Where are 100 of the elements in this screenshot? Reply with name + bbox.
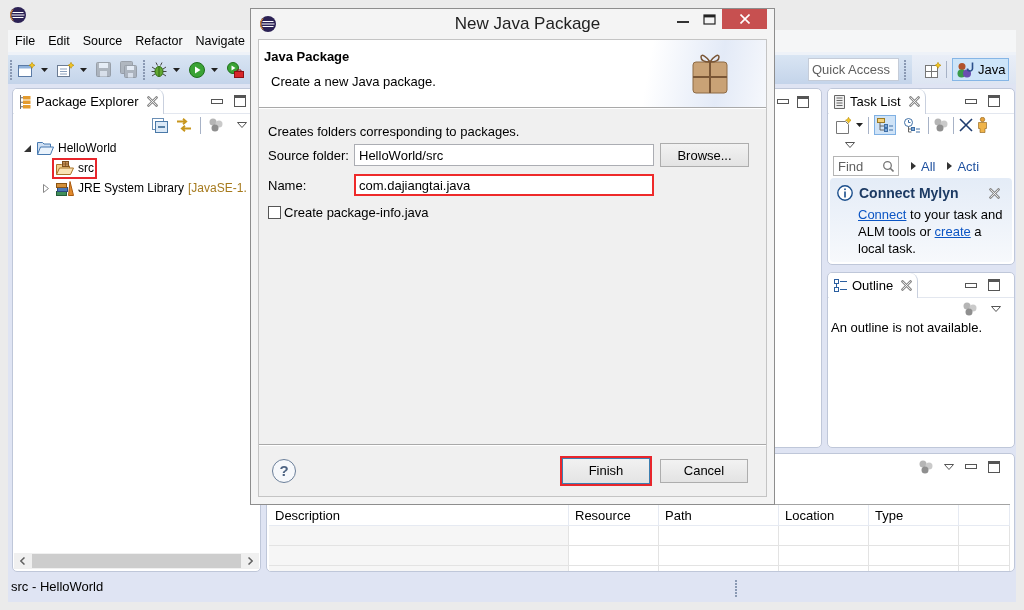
view-menu-icon[interactable] — [845, 141, 855, 148]
perspective-button[interactable]: Java — [952, 58, 1009, 81]
menu-item[interactable]: Navigate — [193, 32, 247, 50]
page-description: Creates folders corresponding to packages. — [268, 124, 521, 139]
checkbox[interactable] — [268, 206, 281, 219]
filter-link[interactable]: All — [911, 158, 936, 174]
page-subtitle: Create a new Java package. — [271, 74, 436, 90]
browse-button[interactable]: Browse... — [660, 143, 749, 167]
view-menu-icon[interactable] — [944, 463, 954, 470]
filter-link[interactable]: Acti — [947, 158, 980, 174]
new-class-icon[interactable] — [57, 62, 74, 77]
collapsed-arrow-icon[interactable] — [43, 183, 49, 193]
maximize-icon[interactable] — [234, 95, 246, 107]
books-icon — [56, 180, 74, 196]
maximize-icon[interactable] — [988, 279, 1000, 291]
minimize-icon[interactable] — [965, 282, 977, 288]
caret-icon[interactable] — [211, 67, 218, 72]
triangle-icon — [947, 162, 953, 170]
field-label: Name: — [268, 177, 308, 193]
caret-icon[interactable] — [41, 67, 48, 72]
collapse-all-icon[interactable] — [152, 117, 168, 133]
caret-icon[interactable] — [173, 67, 180, 72]
package-folder-icon — [56, 161, 74, 175]
package-icon — [690, 52, 730, 94]
focus-icon[interactable] — [963, 302, 977, 316]
status-text: src - HelloWorld — [11, 578, 104, 594]
menu-item[interactable]: Refactor — [133, 32, 185, 50]
cross-icon[interactable] — [959, 118, 973, 132]
menu-item[interactable]: Source — [80, 32, 125, 50]
presentation-button[interactable] — [901, 115, 923, 135]
view-tab[interactable]: Outline — [829, 273, 919, 298]
tree-item[interactable]: HelloWorld — [33, 137, 120, 159]
view-tab[interactable]: Task List — [829, 89, 926, 114]
caret-icon[interactable] — [80, 67, 87, 72]
close-icon — [739, 14, 750, 24]
eclipse-logo-icon — [10, 7, 26, 23]
close-button[interactable] — [722, 9, 767, 29]
package-explorer-icon — [19, 94, 31, 109]
find-field[interactable]: Find — [833, 156, 899, 176]
close-icon[interactable] — [908, 96, 920, 107]
panel-title: Connect Mylyn — [859, 185, 959, 201]
minimize-icon[interactable] — [777, 99, 789, 104]
view-menu-icon[interactable] — [991, 306, 1001, 312]
text-link[interactable]: create — [934, 224, 971, 239]
text-field[interactable]: com.dajiangtai.java — [354, 174, 654, 196]
view-tab[interactable]: Package Explorer — [14, 89, 164, 114]
run-toolbox-icon[interactable] — [227, 61, 244, 78]
maximize-icon[interactable] — [988, 460, 1000, 473]
run-icon[interactable] — [189, 61, 205, 78]
close-icon[interactable] — [146, 96, 158, 107]
person-icon[interactable] — [978, 117, 987, 133]
eclipse-logo-icon — [260, 16, 276, 32]
search-icon — [883, 160, 894, 172]
maximize-icon[interactable] — [702, 13, 716, 25]
dialog-button[interactable]: Cancel — [660, 458, 748, 483]
horizontal-scrollbar[interactable] — [14, 553, 259, 569]
maximize-icon[interactable] — [797, 95, 809, 108]
open-perspective-icon[interactable] — [925, 61, 941, 78]
view-menu-icon[interactable] — [237, 122, 247, 128]
minimize-icon[interactable] — [965, 464, 977, 469]
page-heading: Java Package — [264, 49, 351, 65]
folder-icon — [37, 141, 54, 155]
menu-item[interactable]: File — [13, 32, 38, 50]
minimize-icon[interactable] — [965, 98, 977, 104]
dialog-button[interactable]: Finish — [560, 455, 652, 486]
checkbox-label[interactable]: Create package-info.java — [284, 205, 429, 220]
scrollbar-thumb[interactable] — [32, 554, 241, 568]
new-wizard-icon[interactable] — [18, 62, 35, 77]
expanded-arrow-icon[interactable] — [23, 144, 31, 152]
quick-access-field[interactable]: Quick Access — [808, 58, 899, 81]
close-icon[interactable] — [901, 280, 913, 291]
tree-item[interactable]: src — [52, 157, 97, 179]
link-arrows-icon[interactable] — [176, 118, 192, 132]
focus-icon[interactable] — [919, 459, 933, 474]
caret-icon[interactable] — [856, 123, 863, 127]
help-button[interactable]: ? — [272, 458, 296, 483]
close-icon[interactable] — [989, 187, 1000, 199]
maximize-icon[interactable] — [988, 95, 1000, 107]
focus-icon[interactable] — [209, 118, 223, 132]
text-link[interactable]: Connect — [858, 207, 907, 222]
text-field[interactable]: HelloWorld/src — [354, 144, 654, 166]
java-perspective-icon — [957, 61, 974, 78]
library-version: [JavaSE-1. — [188, 181, 247, 195]
minimize-icon[interactable] — [211, 98, 223, 104]
new-task-icon[interactable] — [836, 116, 851, 134]
dialog-title: New Java Package — [453, 14, 602, 34]
table-cell — [959, 526, 1010, 546]
task-list-icon — [834, 94, 845, 109]
tree-item[interactable]: JRE System Library [JavaSE-1. — [52, 177, 250, 199]
column-header[interactable]: Location — [779, 505, 869, 526]
scheduled-list-icon — [904, 117, 920, 133]
column-header[interactable]: Type — [869, 505, 959, 526]
scroll-right-icon[interactable] — [248, 557, 253, 565]
focus-icon[interactable] — [934, 118, 948, 132]
bug-icon[interactable] — [151, 61, 167, 78]
categorized-list-icon — [877, 118, 893, 132]
scroll-left-icon[interactable] — [20, 557, 25, 565]
menu-item[interactable]: Edit — [46, 32, 72, 50]
connect-message: Connect to your task and ALM tools or create a local task. — [858, 206, 1004, 257]
presentation-button[interactable] — [874, 115, 896, 135]
